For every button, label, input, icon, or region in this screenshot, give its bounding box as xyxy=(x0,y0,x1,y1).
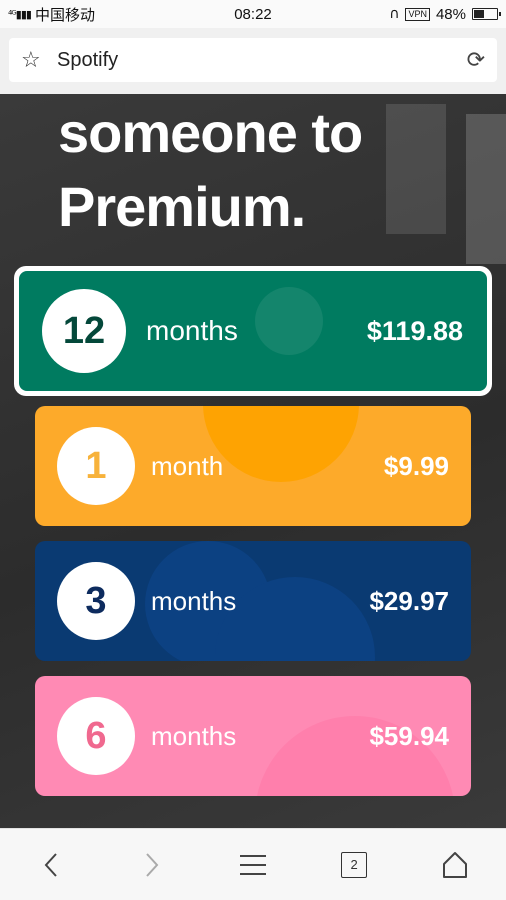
plan-count-badge: 12 xyxy=(42,289,126,373)
reload-icon[interactable]: ⟳ xyxy=(467,48,485,73)
back-icon xyxy=(44,852,57,877)
headset-icon: ∩ xyxy=(389,6,400,22)
bookmark-star-icon[interactable]: ☆ xyxy=(21,48,51,73)
vpn-icon: VPN xyxy=(405,7,430,21)
page-content: someone to Premium. 12 months $119.88 1 … xyxy=(0,94,506,828)
plan-unit-label: months xyxy=(146,315,238,346)
background-decor xyxy=(386,104,446,234)
decor-circle xyxy=(203,406,359,482)
forward-icon xyxy=(146,852,159,877)
signal-icon: ⁴ᴳ▮▮▮ xyxy=(8,7,32,21)
background-decor xyxy=(466,114,506,264)
status-left: ⁴ᴳ▮▮▮ 中国移动 xyxy=(8,4,95,25)
status-bar: ⁴ᴳ▮▮▮ 中国移动 08:22 ∩ VPN 48% xyxy=(0,0,506,28)
menu-icon xyxy=(239,854,266,875)
browser-toolbar: ☆ Spotify ⟳ xyxy=(0,28,506,94)
plan-price: $119.88 xyxy=(366,315,463,346)
plan-card-12-months[interactable]: 12 months $119.88 xyxy=(14,266,492,396)
tabs-button[interactable]: 2 xyxy=(324,835,384,895)
decor-circle xyxy=(255,287,323,355)
plan-card-6-months[interactable]: 6 months $59.94 xyxy=(35,676,471,796)
plan-price: $59.94 xyxy=(369,720,449,751)
back-button[interactable] xyxy=(21,835,81,895)
url-text[interactable]: Spotify xyxy=(51,49,467,72)
plan-count-badge: 3 xyxy=(57,562,135,640)
home-button[interactable] xyxy=(425,835,485,895)
battery-fill xyxy=(474,10,485,18)
plan-unit-label: months xyxy=(151,720,237,751)
address-bar[interactable]: ☆ Spotify ⟳ xyxy=(9,38,497,82)
plan-card-inner: 12 months $119.88 xyxy=(19,271,487,391)
tabs-icon: 2 xyxy=(341,851,368,878)
plan-unit-label: month xyxy=(151,450,224,481)
page-heading: someone to Premium. xyxy=(58,96,363,244)
plan-card-3-months[interactable]: 3 months $29.97 xyxy=(35,541,471,661)
plan-price: $9.99 xyxy=(383,450,449,481)
plan-unit-label: months xyxy=(151,585,237,616)
menu-button[interactable] xyxy=(223,835,283,895)
home-icon xyxy=(443,851,468,878)
plan-count-badge: 6 xyxy=(57,697,135,775)
carrier-name: 中国移动 xyxy=(34,6,95,24)
heading-line-2: Premium. xyxy=(58,175,306,238)
battery-percent: 48% xyxy=(435,5,466,23)
forward-button[interactable] xyxy=(122,835,182,895)
plan-count-badge: 1 xyxy=(57,427,135,505)
browser-bottom-nav: 2 xyxy=(0,828,506,900)
battery-icon xyxy=(472,8,501,20)
plan-price: $29.97 xyxy=(369,585,449,616)
heading-line-1: someone to xyxy=(58,101,363,164)
status-right: ∩ VPN 48% xyxy=(389,5,501,23)
plan-card-1-month[interactable]: 1 month $9.99 xyxy=(35,406,471,526)
